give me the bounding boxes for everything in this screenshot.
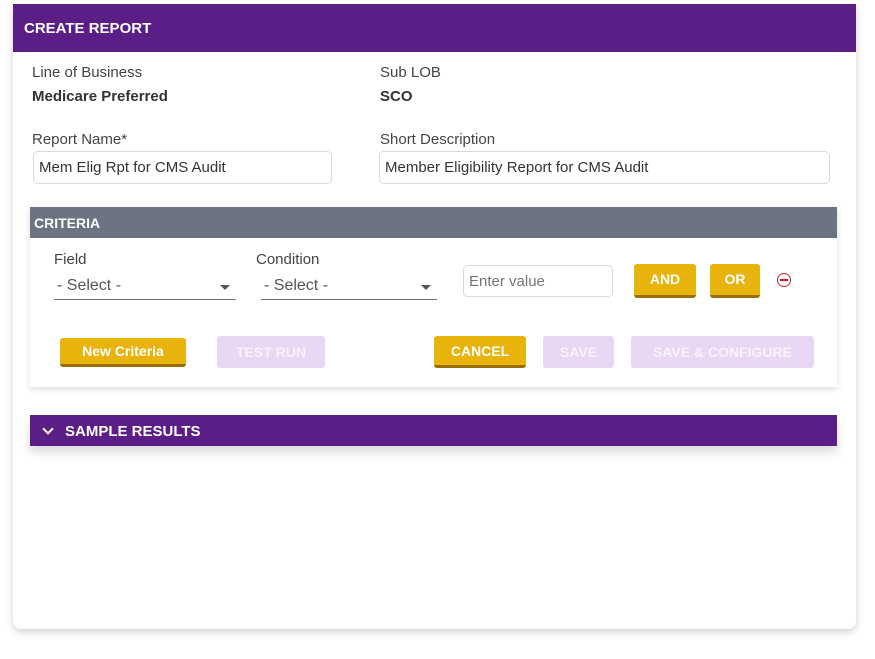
- save-button[interactable]: SAVE: [543, 336, 614, 368]
- condition-label: Condition: [256, 251, 320, 268]
- sample-results-header[interactable]: SAMPLE RESULTS: [30, 415, 837, 446]
- chevron-down-icon: [42, 423, 54, 435]
- field-select-value: - Select -: [57, 277, 122, 294]
- sublob-value: SCO: [380, 88, 413, 105]
- remove-criteria-icon[interactable]: [777, 273, 791, 287]
- report-name-label: Report Name*: [32, 131, 128, 148]
- criteria-title: CRITERIA: [34, 215, 101, 231]
- sublob-label: Sub LOB: [380, 64, 441, 81]
- chevron-down-icon: [220, 285, 230, 290]
- new-criteria-button[interactable]: New Criteria: [60, 338, 186, 367]
- report-name-input[interactable]: Mem Elig Rpt for CMS Audit: [33, 151, 332, 184]
- page-header: CREATE REPORT: [13, 4, 856, 52]
- save-configure-button[interactable]: SAVE & CONFIGURE: [631, 336, 814, 368]
- short-description-input[interactable]: Member Eligibility Report for CMS Audit: [379, 151, 830, 184]
- field-select[interactable]: - Select -: [54, 274, 236, 300]
- chevron-down-icon: [421, 285, 431, 290]
- test-run-button[interactable]: TEST RUN: [217, 336, 325, 368]
- lob-label: Line of Business: [32, 64, 143, 81]
- field-label: Field: [54, 251, 87, 268]
- sample-results-title: SAMPLE RESULTS: [65, 423, 201, 440]
- value-input[interactable]: [463, 265, 613, 297]
- cancel-button[interactable]: CANCEL: [434, 336, 526, 368]
- page-title: CREATE REPORT: [24, 20, 152, 37]
- or-button[interactable]: OR: [710, 264, 760, 298]
- condition-select-value: - Select -: [264, 277, 329, 294]
- lob-value: Medicare Preferred: [32, 88, 168, 105]
- and-button[interactable]: AND: [634, 264, 696, 298]
- criteria-header: CRITERIA: [30, 207, 837, 238]
- short-description-label: Short Description: [380, 131, 496, 148]
- condition-select[interactable]: - Select -: [261, 274, 437, 300]
